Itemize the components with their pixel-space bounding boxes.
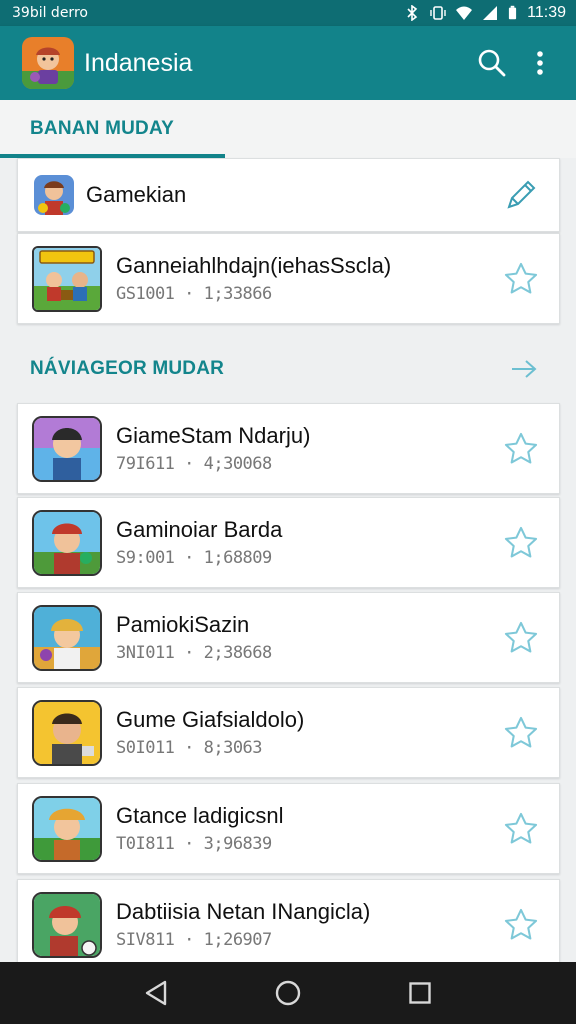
edit-button[interactable] bbox=[499, 173, 543, 217]
item-thumbnail bbox=[32, 699, 102, 766]
bluetooth-icon bbox=[407, 5, 418, 21]
wifi-icon bbox=[456, 6, 473, 20]
favorite-button[interactable] bbox=[499, 807, 543, 851]
app-logo bbox=[22, 37, 74, 89]
signal-icon bbox=[483, 6, 498, 20]
app-title: Indanesia bbox=[84, 48, 193, 77]
item-subtitle: T0I811 · 3;96839 bbox=[116, 834, 272, 854]
star-icon bbox=[504, 716, 538, 747]
favorite-button[interactable] bbox=[499, 521, 543, 565]
item-thumbnail bbox=[32, 509, 102, 576]
home-icon bbox=[275, 980, 301, 1006]
edit-icon bbox=[507, 180, 536, 209]
system-nav-bar bbox=[0, 962, 576, 1024]
star-icon bbox=[504, 432, 538, 463]
back-button[interactable] bbox=[126, 963, 186, 1023]
tab-section-1[interactable]: BANAN MUDAY bbox=[0, 100, 576, 158]
app-bar: Indanesia bbox=[0, 26, 576, 100]
item-thumbnail bbox=[32, 604, 102, 671]
status-bar: 39bil derro 11:39 bbox=[0, 0, 576, 26]
list-item[interactable]: GiameStam Ndarju) 79I611 · 4;30068 bbox=[17, 403, 560, 494]
item-title: Gaminoiar Barda bbox=[116, 517, 283, 542]
star-icon bbox=[504, 262, 538, 293]
status-carrier-text: 39bil derro bbox=[12, 5, 88, 21]
favorite-button[interactable] bbox=[499, 903, 543, 947]
star-icon bbox=[504, 908, 538, 939]
item-title: Gamekian bbox=[86, 182, 187, 207]
more-options-button[interactable] bbox=[516, 39, 564, 87]
search-icon bbox=[478, 49, 506, 77]
item-subtitle: S9:001 · 1;68809 bbox=[116, 548, 272, 568]
item-thumbnail bbox=[32, 795, 102, 862]
list-item[interactable]: Gamekian bbox=[17, 158, 560, 232]
list-item[interactable]: Gtance ladigicsnl T0I811 · 3;96839 bbox=[17, 783, 560, 874]
item-title: GiameStam Ndarju) bbox=[116, 423, 311, 448]
item-thumbnail bbox=[32, 415, 102, 482]
item-title: PamiokiSazin bbox=[116, 612, 250, 637]
favorite-button[interactable] bbox=[499, 616, 543, 660]
item-subtitle: 79I611 · 4;30068 bbox=[116, 454, 272, 474]
list-item[interactable]: PamiokiSazin 3NI011 · 2;38668 bbox=[17, 592, 560, 683]
back-icon bbox=[145, 980, 167, 1006]
section-2-title: NÁVIAGEOR MUDAR bbox=[30, 358, 225, 379]
list-item[interactable]: Dabtiisia Netan INangicla) SIV811 · 1;26… bbox=[17, 879, 560, 970]
item-subtitle: 3NI011 · 2;38668 bbox=[116, 643, 272, 663]
section-2-header: NÁVIAGEOR MUDAR bbox=[0, 340, 576, 398]
list-item[interactable]: Ganneiahlhdajn(iehasSscla) GS1001 · 1;33… bbox=[17, 233, 560, 324]
list-item[interactable]: Gaminoiar Barda S9:001 · 1;68809 bbox=[17, 497, 560, 588]
vibrate-icon bbox=[430, 6, 446, 20]
list-item[interactable]: Gume Giafsialdolo) S0I011 · 8;3063 bbox=[17, 687, 560, 778]
item-title: Gtance ladigicsnl bbox=[116, 803, 284, 828]
section-1-title: BANAN MUDAY bbox=[30, 118, 175, 139]
battery-icon bbox=[509, 5, 517, 20]
search-button[interactable] bbox=[468, 39, 516, 87]
recents-icon bbox=[409, 982, 431, 1004]
status-icons: 11:39 bbox=[404, 4, 566, 22]
item-thumbnail bbox=[32, 891, 102, 958]
item-title: Ganneiahlhdajn(iehasSscla) bbox=[116, 253, 392, 278]
more-vert-icon bbox=[537, 51, 543, 75]
star-icon bbox=[504, 812, 538, 843]
status-time: 11:39 bbox=[527, 4, 566, 21]
item-icon bbox=[34, 175, 74, 215]
recents-button[interactable] bbox=[390, 963, 450, 1023]
item-title: Dabtiisia Netan INangicla) bbox=[116, 899, 371, 924]
favorite-button[interactable] bbox=[499, 257, 543, 301]
star-icon bbox=[504, 526, 538, 557]
item-subtitle: SIV811 · 1;26907 bbox=[116, 930, 272, 950]
item-subtitle: GS1001 · 1;33866 bbox=[116, 284, 272, 304]
favorite-button[interactable] bbox=[499, 711, 543, 755]
star-icon bbox=[504, 621, 538, 652]
item-subtitle: S0I011 · 8;3063 bbox=[116, 738, 263, 758]
home-button[interactable] bbox=[258, 963, 318, 1023]
item-title: Gume Giafsialdolo) bbox=[116, 707, 305, 732]
item-thumbnail bbox=[32, 245, 102, 312]
favorite-button[interactable] bbox=[499, 427, 543, 471]
arrow-right-icon[interactable] bbox=[510, 358, 538, 380]
